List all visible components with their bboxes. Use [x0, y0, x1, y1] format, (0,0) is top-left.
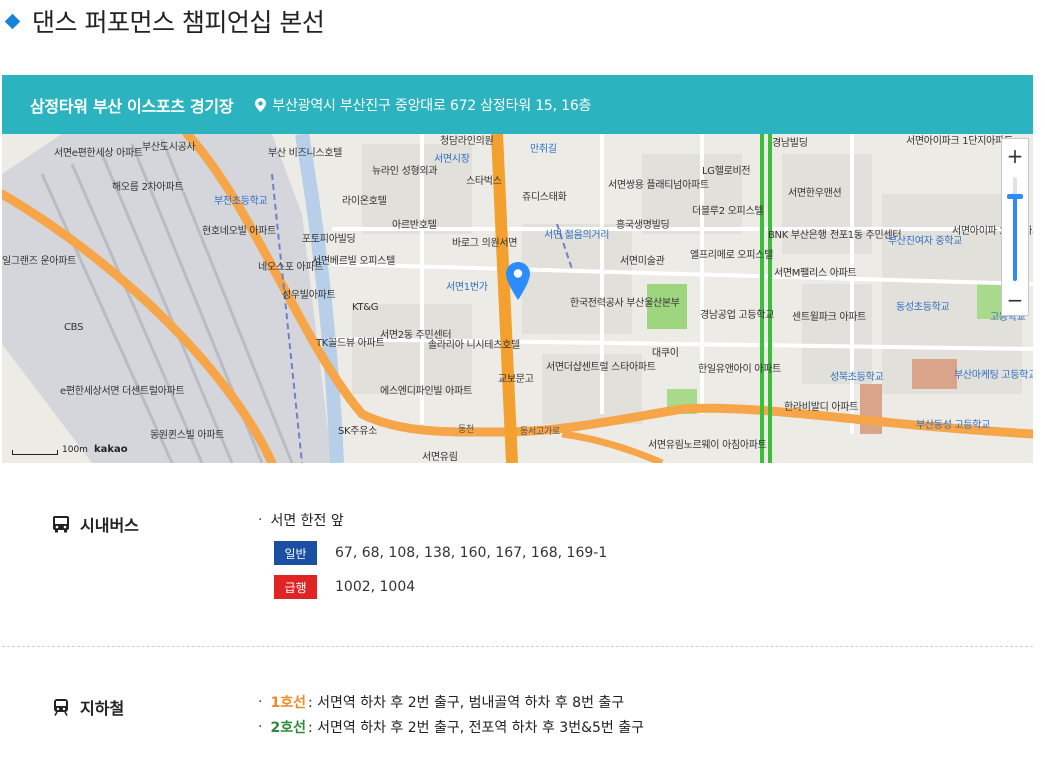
- subway-icon: [54, 699, 68, 716]
- map-label: 성우빌아파트: [282, 290, 336, 301]
- subway-line-directions: : 서면역 하차 후 2번 출구, 전포역 하차 후 3번&5번 출구: [307, 720, 644, 736]
- map-label: 포토피아빌딩: [302, 234, 356, 245]
- subway-line-name: 1호선: [270, 695, 306, 711]
- map-label: 성북초등학교: [830, 372, 884, 383]
- map-label: 일그랜즈 운아파트: [2, 256, 77, 267]
- venue-address: 부산광역시 부산진구 중앙대로 672 삼정타워 15, 16층: [272, 97, 592, 114]
- map-label: 라이온호텔: [342, 196, 387, 207]
- map-label: 부산진여자 중학교: [888, 236, 963, 247]
- bus-icon: [53, 516, 69, 533]
- map-label: 서면 젊음의거리: [544, 230, 610, 241]
- map-label: 서면유림노르웨이 아침아파트: [648, 440, 767, 451]
- map-label: 솔라리아 니시테츠호텔: [428, 340, 520, 351]
- map-label: 서면유림: [422, 452, 458, 463]
- subway-info: · 1호선 : 서면역 하차 후 2번 출구, 범내골역 하차 후 8번 출구 …: [258, 691, 644, 741]
- subway-heading: 지하철: [52, 695, 124, 719]
- map-label: 바로그 의원서면: [452, 238, 518, 249]
- bus-route-numbers: 1002, 1004: [335, 579, 416, 595]
- map-label: 한라비발디 아파트: [784, 402, 859, 413]
- map-label: 서면미술관: [620, 256, 665, 267]
- map-label: 교보문고: [498, 374, 534, 385]
- bus-info: · 서면 한전 앞 일반 67, 68, 108, 138, 160, 167,…: [258, 510, 607, 599]
- map-label: 서면더샵센트럴 스타아파트: [546, 362, 656, 373]
- map-label: 에스엔디파인빌 아파트: [380, 386, 472, 397]
- map-label: 청담라인의원: [440, 136, 494, 147]
- map-label: BNK 부산은행: [768, 230, 827, 241]
- subway-line-1: · 1호선 : 서면역 하차 후 2번 출구, 범내골역 하차 후 8번 출구: [258, 694, 625, 711]
- map-label: 서면1번가: [446, 282, 488, 293]
- page-title-row: 댄스 퍼포먼스 챔피언십 본선: [4, 4, 325, 38]
- map-label: 동원퀸스빌 아파트: [150, 430, 225, 441]
- bus-route-numbers: 67, 68, 108, 138, 160, 167, 168, 169-1: [335, 545, 608, 561]
- map-label: 경남공업 고등학교: [700, 310, 775, 321]
- map-label: 경남빌딩: [772, 138, 808, 149]
- map-label: 서면M팰리스 아파트: [774, 268, 857, 279]
- scale-bar: [12, 450, 58, 455]
- zoom-slider-handle[interactable]: [1007, 193, 1023, 199]
- map-label: CBS: [64, 322, 84, 333]
- subway-line-name: 2호선: [270, 720, 306, 736]
- map-road-label: 동천: [458, 425, 474, 435]
- scale-label: 100m: [62, 445, 88, 455]
- map-label: 부전초등학교: [214, 196, 268, 207]
- map-label: TK골드뷰 아파트: [316, 338, 385, 349]
- zoom-control: + −: [1001, 138, 1029, 316]
- map-label: 뉴라인 성형외과: [372, 166, 438, 177]
- section-divider: [2, 646, 1033, 647]
- map-label: 더블루2 오피스텔: [692, 206, 764, 217]
- venue-header: 삼정타워 부산 이스포츠 경기장 부산광역시 부산진구 중앙대로 672 삼정타…: [2, 75, 1033, 134]
- map-label: 만취길: [530, 144, 557, 155]
- bus-stop-name: 서면 한전 앞: [270, 513, 344, 529]
- map-label: LG헬로비전: [702, 166, 751, 177]
- map-label: 현호네오빌 아파트: [202, 226, 277, 237]
- map-label: 부산마케팅 고등학교: [954, 370, 1033, 381]
- map-label: 쥬디스태화: [522, 192, 567, 203]
- location-map[interactable]: 서면e편한세상 아파트 부산도시공사 해오름 2차아파트 부전초등학교 현호네오…: [2, 134, 1033, 463]
- map-label: 센트윌파크 아파트: [792, 312, 867, 323]
- bus-stop: · 서면 한전 앞: [258, 512, 344, 529]
- zoom-out-button[interactable]: −: [1002, 287, 1028, 313]
- map-label: 부산동성 고등학교: [916, 420, 991, 431]
- subway-line-directions: : 서면역 하차 후 2번 출구, 범내골역 하차 후 8번 출구: [307, 695, 625, 711]
- map-label: 한일유앤아이 아파트: [698, 364, 781, 375]
- map-label: 서면한우맨션: [788, 188, 842, 199]
- zoom-in-button[interactable]: +: [1002, 143, 1028, 169]
- map-label: 스타벅스: [466, 176, 502, 187]
- map-label: 흥국생명빌딩: [616, 220, 670, 231]
- subway-line-2: · 2호선 : 서면역 하차 후 2번 출구, 전포역 하차 후 3번&5번 출…: [258, 719, 644, 736]
- map-label: 대쿠이: [652, 348, 679, 359]
- bus-route-row-general: 일반 67, 68, 108, 138, 160, 167, 168, 169-…: [274, 541, 607, 565]
- map-label: 서면쌍용 플래티넘아파트: [608, 180, 709, 191]
- map-label: 엘프리메로 오피스텔: [690, 250, 773, 261]
- map-label: 서면e편한세상 아파트: [54, 148, 143, 159]
- map-label: 부산도시공사: [142, 142, 196, 153]
- map-provider-logo: kakao: [93, 444, 128, 455]
- page-title: 댄스 퍼포먼스 챔피언십 본선: [32, 8, 325, 37]
- map-label: 아르반호텔: [392, 220, 437, 231]
- diamond-bullet-icon: [4, 13, 21, 29]
- map-label: 부산 비즈니스호텔: [268, 148, 343, 159]
- zoom-slider-fill: [1013, 195, 1017, 281]
- map-label: 서면아이파크 1단지아파트: [906, 136, 1013, 147]
- map-label: 서면베르빌 오피스텔: [312, 256, 395, 267]
- map-label: 한국전력공사 부산울산본부: [570, 298, 680, 309]
- map-road-label: 동서고가로: [520, 427, 560, 437]
- bus-heading: 시내버스: [52, 512, 139, 536]
- map-label: e편한세상서면 더센트럴아파트: [60, 386, 185, 397]
- map-label: 해오름 2차아파트: [112, 182, 184, 193]
- map-label: KT&G: [352, 302, 379, 313]
- venue-name: 삼정타워 부산 이스포츠 경기장: [30, 96, 234, 116]
- bus-route-row-express: 급행 1002, 1004: [274, 575, 607, 599]
- bus-title: 시내버스: [80, 516, 139, 535]
- bus-type-badge: 일반: [274, 541, 317, 565]
- map-label: SK주유소: [338, 426, 378, 437]
- map-scale: 100m kakao: [12, 444, 128, 455]
- subway-title: 지하철: [80, 699, 125, 718]
- bus-type-badge: 급행: [274, 575, 317, 599]
- map-label: 서면시장: [434, 154, 470, 165]
- location-pin-icon: [255, 97, 267, 112]
- map-label: 동성초등학교: [896, 302, 950, 313]
